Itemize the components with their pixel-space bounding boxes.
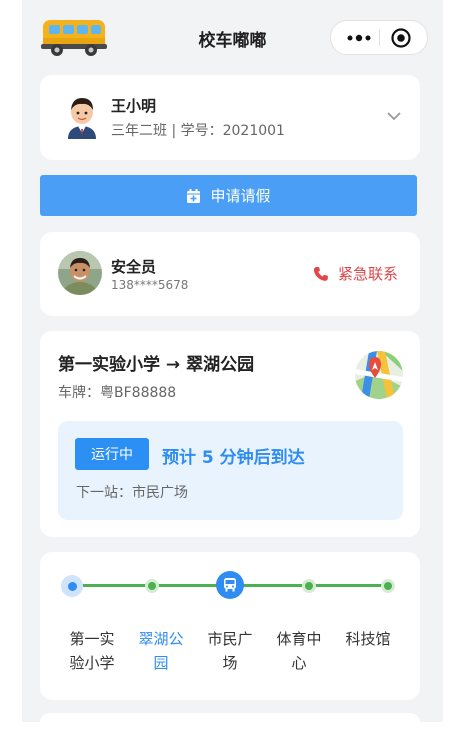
safety-officer-phone: 138****5678	[111, 278, 189, 292]
stop-label-line: 园	[153, 654, 169, 672]
chevron-down-icon[interactable]	[386, 111, 402, 121]
student-name: 王小明	[111, 97, 157, 115]
stop-label-line: 场	[222, 654, 238, 672]
stop-label-science-museum[interactable]: 科技馆	[341, 627, 395, 651]
apply-leave-label: 申请请假	[210, 187, 271, 205]
mini-program-capsule	[330, 20, 428, 55]
safety-officer-card: 安全员 138****5678 紧急联系	[40, 232, 420, 316]
route-title: 第一实验小学 → 翠湖公园	[58, 355, 255, 375]
stop-label-line: 翠湖公	[138, 630, 184, 648]
stop-label-line: 体育中	[276, 630, 322, 648]
student-class-id: 三年二班 | 学号：2021001	[111, 123, 285, 139]
app-header: 校车嘟嘟	[22, 0, 443, 74]
stop-label-line: 心	[291, 654, 307, 672]
stop-label-line: 市民广	[207, 630, 253, 648]
stop-marker-upcoming-core	[305, 582, 313, 590]
phone-icon	[313, 266, 328, 281]
stops-progress-card: 第一实 验小学 翠湖公 园 市民广 场 体育中 心 科技馆	[40, 552, 420, 700]
stop-label-line: 验小学	[69, 654, 115, 672]
student-card[interactable]: 王小明 三年二班 | 学号：2021001	[40, 75, 420, 160]
target-icon[interactable]	[391, 28, 411, 48]
stop-label-sports-center[interactable]: 体育中 心	[272, 627, 326, 675]
bus-icon	[224, 578, 236, 592]
stop-label-cuihu-park[interactable]: 翠湖公 园	[134, 627, 188, 675]
emergency-contact-button[interactable]: 紧急联系	[313, 263, 398, 284]
stop-label-line: 科技馆	[345, 630, 391, 648]
app-page: 校车嘟嘟 王小明 三年二班 | 学号：2021001 申请请假 安全员 138*…	[22, 0, 443, 733]
emergency-contact-label: 紧急联系	[337, 265, 398, 283]
apply-leave-button[interactable]: 申请请假	[40, 175, 417, 216]
eta-text: 预计 5 分钟后到达	[162, 448, 305, 468]
stop-marker-upcoming-core	[384, 582, 392, 590]
stop-label-first-school[interactable]: 第一实 验小学	[65, 627, 119, 675]
capsule-divider	[379, 29, 380, 46]
calendar-add-icon	[187, 188, 201, 203]
student-avatar	[68, 98, 96, 139]
bus-status-panel: 运行中 预计 5 分钟后到达 下一站：市民广场	[58, 421, 403, 520]
stop-label-line: 第一实	[69, 630, 115, 648]
map-navigation-icon[interactable]	[355, 351, 403, 399]
next-stop-text: 下一站：市民广场	[76, 485, 188, 501]
stop-label-civic-square[interactable]: 市民广 场	[203, 627, 257, 675]
safety-officer-name: 安全员	[111, 258, 157, 276]
stop-marker-passed-core	[68, 582, 77, 591]
next-card-edge	[40, 713, 420, 733]
running-status-badge: 运行中	[75, 438, 149, 470]
stop-marker-current-core	[148, 582, 156, 590]
license-plate: 车牌：粤BF88888	[58, 385, 177, 401]
more-dots-icon[interactable]	[341, 21, 377, 54]
route-card: 第一实验小学 → 翠湖公园 车牌：粤BF88888 运行中 预计 5 分钟后到达…	[40, 331, 420, 537]
safety-officer-avatar	[58, 251, 102, 295]
